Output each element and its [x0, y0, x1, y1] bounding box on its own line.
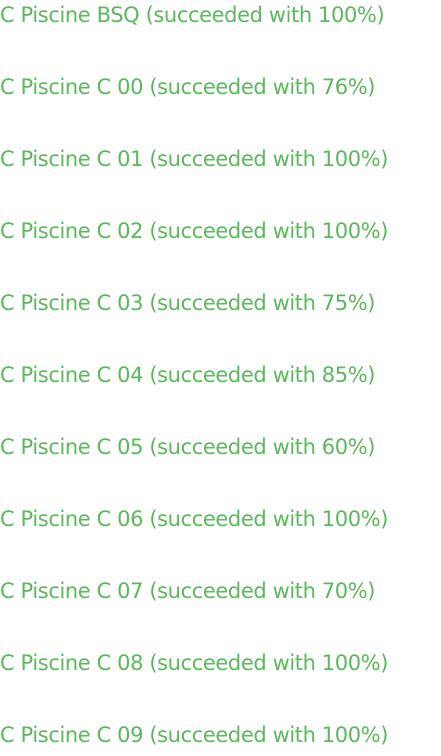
project-list: C Piscine BSQ (succeeded with 100%) C Pi… — [0, 0, 441, 756]
project-item-c01[interactable]: C Piscine C 01 (succeeded with 100%) — [0, 144, 388, 174]
project-item-c02[interactable]: C Piscine C 02 (succeeded with 100%) — [0, 216, 388, 246]
project-item-bsq[interactable]: C Piscine BSQ (succeeded with 100%) — [0, 0, 385, 30]
project-item-c08[interactable]: C Piscine C 08 (succeeded with 100%) — [0, 648, 388, 678]
project-item-c07[interactable]: C Piscine C 07 (succeeded with 70%) — [0, 576, 375, 606]
project-item-c00[interactable]: C Piscine C 00 (succeeded with 76%) — [0, 72, 375, 102]
project-item-c03[interactable]: C Piscine C 03 (succeeded with 75%) — [0, 288, 375, 318]
project-item-c09[interactable]: C Piscine C 09 (succeeded with 100%) — [0, 720, 388, 750]
project-item-c06[interactable]: C Piscine C 06 (succeeded with 100%) — [0, 504, 388, 534]
project-item-c05[interactable]: C Piscine C 05 (succeeded with 60%) — [0, 432, 375, 462]
project-item-c04[interactable]: C Piscine C 04 (succeeded with 85%) — [0, 360, 375, 390]
